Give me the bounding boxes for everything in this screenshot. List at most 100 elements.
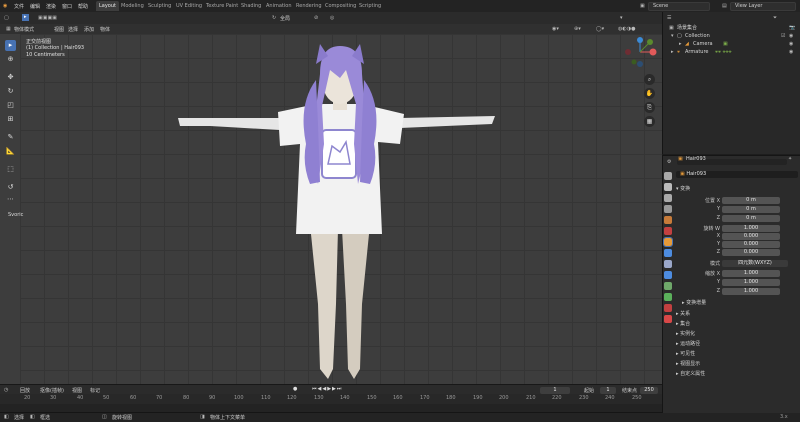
- relations-section[interactable]: ▸ 关系: [676, 310, 690, 317]
- move-tool-icon[interactable]: ✥: [5, 72, 16, 83]
- scale-tool-icon[interactable]: ◰: [5, 100, 16, 111]
- menu-object[interactable]: 物体: [100, 26, 110, 33]
- scale-x-field[interactable]: 1.000: [722, 270, 780, 277]
- material-tab-icon[interactable]: [664, 304, 672, 312]
- menu-edit[interactable]: 编辑: [30, 3, 40, 10]
- texture-tab-icon[interactable]: [664, 315, 672, 323]
- tab-modeling[interactable]: Modeling: [118, 1, 147, 11]
- expand-arrow-icon[interactable]: ▸: [679, 40, 682, 48]
- menu-view[interactable]: 视图: [54, 26, 64, 33]
- rotate-tool-icon[interactable]: ↻: [5, 86, 16, 97]
- menu-help[interactable]: 帮助: [78, 3, 88, 10]
- physics-tab-icon[interactable]: [664, 271, 672, 279]
- menu-keying[interactable]: 抠像(插帧): [40, 387, 64, 394]
- object-tab-icon[interactable]: [663, 237, 673, 247]
- perspective-toggle-icon[interactable]: ▦: [644, 116, 655, 127]
- tab-layout[interactable]: Layout: [96, 1, 119, 11]
- rotation-y-field[interactable]: 0.000: [722, 241, 780, 248]
- visibility-section[interactable]: ▸ 可见性: [676, 350, 695, 357]
- transform-orientation[interactable]: 全局: [280, 15, 290, 22]
- current-frame-field[interactable]: 1: [540, 387, 570, 394]
- scale-y-field[interactable]: 1.000: [722, 279, 780, 286]
- rotation-mode-select[interactable]: 四元数(WXYZ): [722, 260, 788, 267]
- character-model[interactable]: [170, 34, 510, 384]
- tab-sculpting[interactable]: Sculpting: [145, 1, 174, 11]
- viewport-options-icon[interactable]: ▾: [620, 15, 623, 21]
- annotate-tool-icon[interactable]: ✎: [5, 132, 16, 143]
- tool-tab-icon[interactable]: [664, 172, 672, 180]
- custom-tool-icon[interactable]: ↺: [5, 182, 16, 193]
- select-mode-icons[interactable]: ▣▣▣▣: [38, 15, 57, 21]
- tab-animation[interactable]: Animation: [263, 1, 295, 11]
- outliner-scene-collection[interactable]: ▣ 场景集合 📷: [663, 24, 800, 32]
- outliner-item[interactable]: ▸ ◢ Camera ▣ ◉: [663, 40, 800, 48]
- snap-icon[interactable]: ⊘: [314, 15, 318, 21]
- world-tab-icon[interactable]: [664, 227, 672, 235]
- add-cube-tool-icon[interactable]: ⬚: [5, 164, 16, 175]
- modifier-tab-icon[interactable]: [664, 249, 672, 257]
- cursor-tool-icon[interactable]: ⊕: [5, 54, 16, 65]
- rotation-w-field[interactable]: 1.000: [722, 225, 780, 232]
- scene-selector[interactable]: Scene: [648, 2, 710, 11]
- transform-tool-icon[interactable]: ⊞: [5, 114, 16, 125]
- view-layer-selector[interactable]: View Layer: [730, 2, 796, 11]
- rotation-z-field[interactable]: 0.000: [722, 249, 780, 256]
- menu-window[interactable]: 窗口: [62, 3, 72, 10]
- location-x-field[interactable]: 0 m: [722, 197, 780, 204]
- outliner-item[interactable]: ▾ ▢ Collection ☑ ◉: [663, 32, 800, 40]
- mode-selector[interactable]: 物体模式: [14, 26, 34, 33]
- scene-tab-icon[interactable]: [664, 216, 672, 224]
- tab-shading[interactable]: Shading: [238, 1, 264, 11]
- tool-panel-label[interactable]: Svoric: [8, 212, 23, 218]
- view-layer-tab-icon[interactable]: [664, 205, 672, 213]
- playback-controls-icon[interactable]: ⏮◀◀▶▶⏭: [312, 386, 342, 392]
- filter-icon[interactable]: ⏷: [773, 15, 777, 21]
- measure-tool-icon[interactable]: 📐: [5, 146, 16, 157]
- visibility-eye-icon[interactable]: ◉: [789, 40, 793, 48]
- object-name-field[interactable]: ▣ Hair093: [676, 171, 798, 178]
- tab-scripting[interactable]: Scripting: [356, 1, 384, 11]
- gizmo-toggle-icon[interactable]: ⊕▾: [574, 26, 581, 32]
- menu-marker[interactable]: 标记: [90, 387, 100, 394]
- menu-timeline-view[interactable]: 视图: [72, 387, 82, 394]
- expand-arrow-icon[interactable]: ▾: [671, 32, 674, 40]
- navigation-gizmo[interactable]: [618, 34, 660, 74]
- viewport-display-section[interactable]: ▸ 视图显示: [676, 360, 700, 367]
- particles-tab-icon[interactable]: [664, 260, 672, 268]
- view-object-types-icon[interactable]: ◉▾: [552, 26, 559, 32]
- end-frame-field[interactable]: 250: [640, 387, 658, 394]
- start-frame-field[interactable]: 1: [600, 387, 616, 394]
- location-z-field[interactable]: 0 m: [722, 215, 780, 222]
- expand-arrow-icon[interactable]: ▸: [671, 48, 674, 56]
- data-tab-icon[interactable]: [664, 293, 672, 301]
- menu-add[interactable]: 添加: [84, 26, 94, 33]
- checkbox-icon[interactable]: ☑: [781, 32, 785, 40]
- visibility-eye-icon[interactable]: ◉: [789, 48, 793, 56]
- outliner-item[interactable]: ▸ ⚹ Armature ⚹⚹ ⚹⚹⚹ ◉: [663, 48, 800, 56]
- tab-texture-paint[interactable]: Texture Paint: [203, 1, 241, 11]
- transform-pivot-icon[interactable]: ↻: [272, 15, 276, 21]
- proportional-edit-icon[interactable]: ◎: [330, 15, 334, 21]
- camera-view-icon[interactable]: ⎘: [644, 102, 655, 113]
- select-tool-icon[interactable]: ▸: [5, 40, 16, 51]
- constraints-tab-icon[interactable]: [664, 282, 672, 290]
- menu-playback[interactable]: 回放: [20, 387, 30, 394]
- editor-type-icon[interactable]: ▢: [4, 15, 9, 21]
- render-tab-icon[interactable]: [664, 183, 672, 191]
- properties-editor-icon[interactable]: ⚙: [667, 159, 671, 165]
- timeline-editor-icon[interactable]: ◷: [4, 387, 8, 393]
- motion-paths-section[interactable]: ▸ 运动路径: [676, 340, 700, 347]
- instancing-section[interactable]: ▸ 实例化: [676, 330, 695, 337]
- scale-z-field[interactable]: 1.000: [722, 288, 780, 295]
- menu-render[interactable]: 渲染: [46, 3, 56, 10]
- select-box-icon[interactable]: ▸: [22, 14, 29, 21]
- location-y-field[interactable]: 0 m: [722, 206, 780, 213]
- rotation-x-field[interactable]: 0.000: [722, 233, 780, 240]
- tab-uv-editing[interactable]: UV Editing: [173, 1, 205, 11]
- 3d-viewport[interactable]: 正交前视图 (1) Collection | Hair093 10 Centim…: [8, 34, 662, 384]
- delta-transform-section[interactable]: ▸ 变换增量: [682, 299, 706, 306]
- menu-file[interactable]: 文件: [14, 3, 24, 10]
- tool-options-icon[interactable]: ⋯: [5, 194, 16, 205]
- output-tab-icon[interactable]: [664, 194, 672, 202]
- outliner-editor-icon[interactable]: ☰: [667, 15, 671, 21]
